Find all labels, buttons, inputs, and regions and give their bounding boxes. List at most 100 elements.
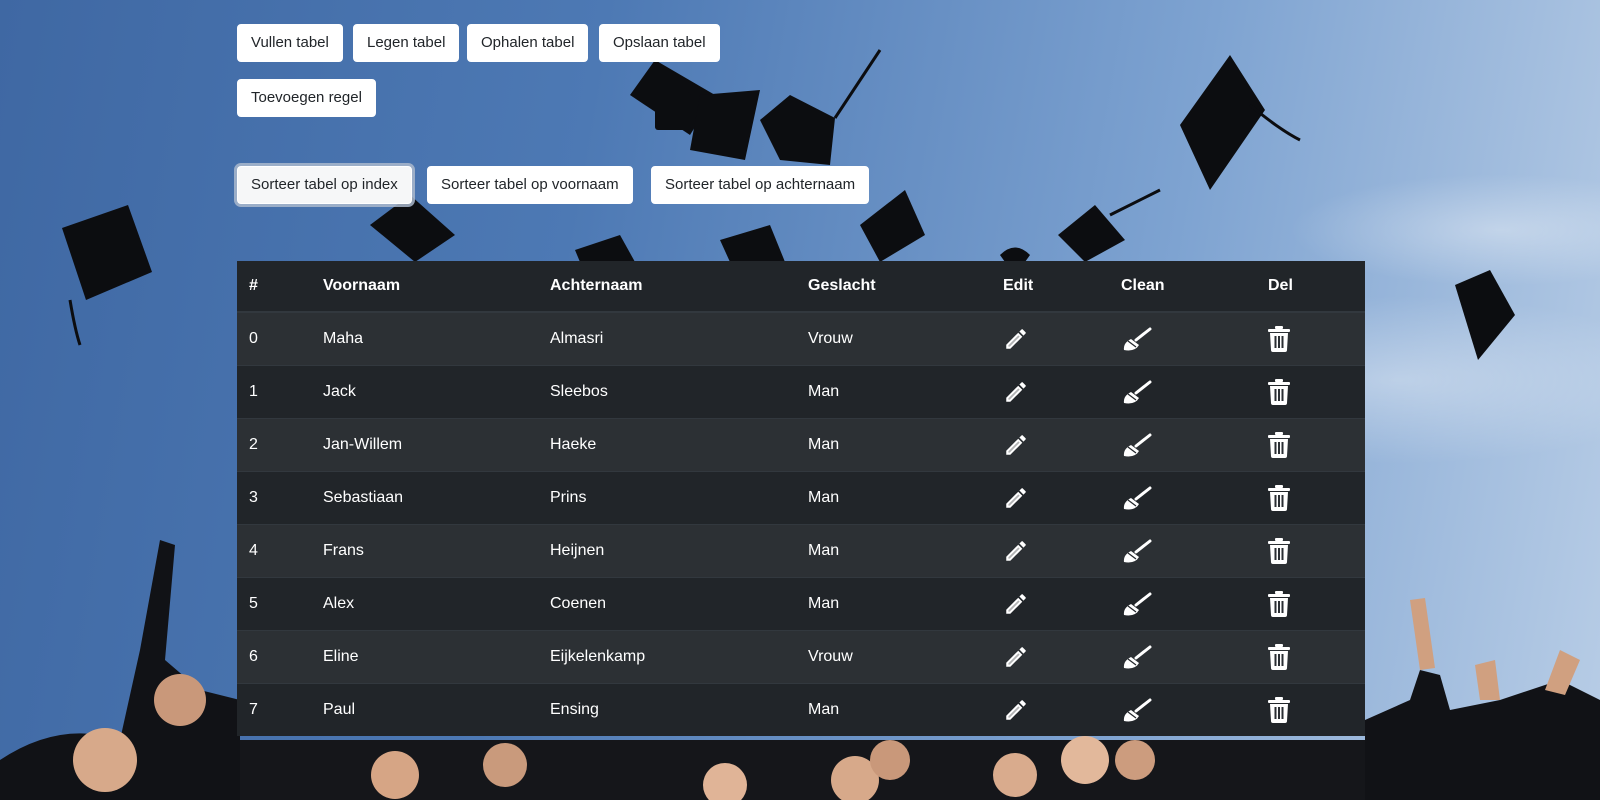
cell-gender: Vrouw	[796, 311, 991, 365]
trash-icon[interactable]	[1268, 484, 1290, 511]
cell-edit	[991, 682, 1109, 736]
cell-index: 7	[237, 682, 311, 736]
cell-index: 1	[237, 364, 311, 418]
table-row: 4 Frans Heijnen Man	[237, 523, 1365, 577]
trash-icon[interactable]	[1268, 643, 1290, 670]
broom-icon[interactable]	[1121, 325, 1153, 353]
cell-index: 3	[237, 470, 311, 524]
broom-icon[interactable]	[1121, 484, 1153, 512]
cell-del	[1256, 682, 1365, 736]
cell-edit	[991, 523, 1109, 577]
cell-gender: Man	[796, 364, 991, 418]
cell-del	[1256, 364, 1365, 418]
cell-gender: Man	[796, 470, 991, 524]
cell-firstname: Eline	[311, 629, 538, 683]
fetch-table-button[interactable]: Ophalen tabel	[467, 24, 589, 62]
cell-firstname: Jack	[311, 364, 538, 418]
cell-lastname: Eijkelenkamp	[538, 629, 796, 683]
trash-icon[interactable]	[1268, 325, 1290, 352]
cell-firstname: Sebastiaan	[311, 470, 538, 524]
cell-gender: Man	[796, 523, 991, 577]
table-row: 2 Jan-Willem Haeke Man	[237, 417, 1365, 471]
pencil-icon[interactable]	[1003, 697, 1029, 723]
broom-icon[interactable]	[1121, 643, 1153, 671]
trash-icon[interactable]	[1268, 696, 1290, 723]
col-header-gender[interactable]: Geslacht	[796, 261, 991, 313]
cell-gender: Man	[796, 682, 991, 736]
cell-lastname: Almasri	[538, 311, 796, 365]
pencil-icon[interactable]	[1003, 485, 1029, 511]
cell-del	[1256, 470, 1365, 524]
cell-lastname: Prins	[538, 470, 796, 524]
trash-icon[interactable]	[1268, 431, 1290, 458]
cell-edit	[991, 311, 1109, 365]
cell-edit	[991, 417, 1109, 471]
broom-icon[interactable]	[1121, 537, 1153, 565]
cell-index: 6	[237, 629, 311, 683]
cell-index: 5	[237, 576, 311, 630]
pencil-icon[interactable]	[1003, 326, 1029, 352]
cell-index: 2	[237, 417, 311, 471]
cell-del	[1256, 576, 1365, 630]
cell-del	[1256, 417, 1365, 471]
cell-clean	[1109, 682, 1256, 736]
cell-gender: Man	[796, 417, 991, 471]
cell-lastname: Sleebos	[538, 364, 796, 418]
pencil-icon[interactable]	[1003, 644, 1029, 670]
people-table: # Voornaam Achternaam Geslacht Edit Clea…	[237, 261, 1365, 736]
cell-gender: Vrouw	[796, 629, 991, 683]
cell-edit	[991, 629, 1109, 683]
col-header-lastname[interactable]: Achternaam	[538, 261, 796, 313]
trash-icon[interactable]	[1268, 537, 1290, 564]
cell-index: 4	[237, 523, 311, 577]
sort-by-firstname-button[interactable]: Sorteer tabel op voornaam	[427, 166, 633, 204]
cell-lastname: Coenen	[538, 576, 796, 630]
cell-firstname: Frans	[311, 523, 538, 577]
cell-clean	[1109, 523, 1256, 577]
cell-firstname: Jan-Willem	[311, 417, 538, 471]
col-header-del: Del	[1256, 261, 1365, 313]
cell-lastname: Heijnen	[538, 523, 796, 577]
add-row-button[interactable]: Toevoegen regel	[237, 79, 376, 117]
cell-firstname: Maha	[311, 311, 538, 365]
table-row: 0 Maha Almasri Vrouw	[237, 311, 1365, 365]
cell-clean	[1109, 576, 1256, 630]
sort-by-lastname-button[interactable]: Sorteer tabel op achternaam	[651, 166, 870, 204]
broom-icon[interactable]	[1121, 431, 1153, 459]
cell-clean	[1109, 470, 1256, 524]
cell-index: 0	[237, 311, 311, 365]
cell-clean	[1109, 417, 1256, 471]
cell-lastname: Ensing	[538, 682, 796, 736]
cell-del	[1256, 523, 1365, 577]
fill-table-button[interactable]: Vullen tabel	[237, 24, 343, 62]
cell-del	[1256, 629, 1365, 683]
broom-icon[interactable]	[1121, 590, 1153, 618]
pencil-icon[interactable]	[1003, 379, 1029, 405]
cell-del	[1256, 311, 1365, 365]
cell-edit	[991, 470, 1109, 524]
cell-clean	[1109, 629, 1256, 683]
trash-icon[interactable]	[1268, 590, 1290, 617]
col-header-firstname[interactable]: Voornaam	[311, 261, 538, 313]
col-header-clean: Clean	[1109, 261, 1256, 313]
table-row: 6 Eline Eijkelenkamp Vrouw	[237, 629, 1365, 683]
table-row: 1 Jack Sleebos Man	[237, 364, 1365, 418]
cell-clean	[1109, 364, 1256, 418]
cell-lastname: Haeke	[538, 417, 796, 471]
col-header-index[interactable]: #	[237, 261, 311, 313]
trash-icon[interactable]	[1268, 378, 1290, 405]
broom-icon[interactable]	[1121, 378, 1153, 406]
sort-by-index-button[interactable]: Sorteer tabel op index	[237, 166, 412, 204]
pencil-icon[interactable]	[1003, 432, 1029, 458]
pencil-icon[interactable]	[1003, 591, 1029, 617]
table-body: 0 Maha Almasri Vrouw 1 Jack Sleebos Man 2 Jan-Wil…	[237, 311, 1365, 736]
clear-table-button[interactable]: Legen tabel	[353, 24, 460, 62]
save-table-button[interactable]: Opslaan tabel	[599, 24, 720, 62]
cell-edit	[991, 364, 1109, 418]
table-header-row: # Voornaam Achternaam Geslacht Edit Clea…	[237, 261, 1365, 313]
pencil-icon[interactable]	[1003, 538, 1029, 564]
cell-clean	[1109, 311, 1256, 365]
cell-gender: Man	[796, 576, 991, 630]
broom-icon[interactable]	[1121, 696, 1153, 724]
col-header-edit: Edit	[991, 261, 1109, 313]
